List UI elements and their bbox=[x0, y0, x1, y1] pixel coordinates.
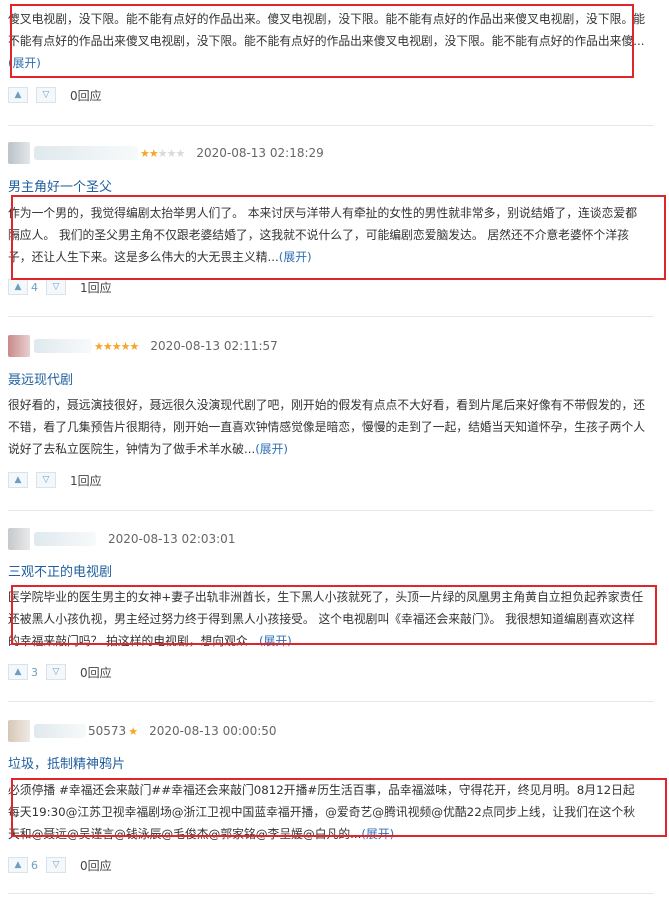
downvote-button[interactable]: ▽ bbox=[46, 279, 66, 295]
upvote-button[interactable]: ▲ bbox=[8, 87, 28, 103]
review-date: 2020-08-13 02:18:29 bbox=[196, 146, 324, 160]
upvote-button[interactable]: ▲ bbox=[8, 857, 28, 873]
reply-count-link[interactable]: 1回应 bbox=[80, 279, 112, 296]
rating-stars: ★ bbox=[128, 724, 138, 738]
upvote-count: 3 bbox=[31, 665, 38, 679]
upvote-button[interactable]: ▲ bbox=[8, 472, 28, 488]
avatar[interactable] bbox=[8, 720, 30, 742]
avatar[interactable] bbox=[8, 528, 30, 550]
expand-link[interactable]: (展开) bbox=[255, 442, 288, 456]
expand-link[interactable]: (展开) bbox=[361, 827, 394, 841]
username-blurred[interactable] bbox=[34, 146, 138, 160]
divider bbox=[8, 316, 654, 317]
review-title[interactable]: 三观不正的电视剧 bbox=[8, 561, 112, 580]
review-body: 很好看的，聂远演技很好，聂远很久没演现代剧了吧，刚开始的假发有点点不大好看，看到… bbox=[8, 398, 646, 456]
review-body: 作为一个男的，我觉得编剧太抬举男人们了。 本来讨厌与洋带人有牵扯的女性的男性就非… bbox=[8, 206, 637, 264]
review-header: 2020-08-13 02:03:01 bbox=[8, 528, 236, 550]
arrow-up-icon: ▲ bbox=[14, 860, 22, 870]
downvote-button[interactable]: ▽ bbox=[46, 664, 66, 680]
review-header: ★★★★★ 2020-08-13 02:11:57 bbox=[8, 335, 278, 357]
reply-count-link[interactable]: 0回应 bbox=[80, 664, 112, 681]
expand-link[interactable]: (展开) bbox=[8, 56, 41, 70]
reply-count-link[interactable]: 1回应 bbox=[70, 472, 102, 489]
upvote-count: 4 bbox=[31, 280, 38, 294]
avatar[interactable] bbox=[8, 335, 30, 357]
vote-bar: ▲ ▽ 0回应 bbox=[8, 85, 102, 105]
downvote-button[interactable]: ▽ bbox=[46, 857, 66, 873]
username-blurred[interactable] bbox=[34, 339, 92, 353]
review-body: 必须停播 #幸福还会来敲门##幸福还会来敲门0812开播#历生活百事，品幸福滋味… bbox=[8, 783, 636, 841]
vote-bar: ▲ 3 ▽ 0回应 bbox=[8, 662, 112, 682]
review-header: 50573 ★ 2020-08-13 00:00:50 bbox=[8, 720, 277, 742]
review-title[interactable]: 男主角好一个圣父 bbox=[8, 176, 112, 195]
vote-bar: ▲ 4 ▽ 1回应 bbox=[8, 277, 112, 297]
avatar[interactable] bbox=[8, 142, 30, 164]
upvote-count: 6 bbox=[31, 858, 38, 872]
divider bbox=[8, 701, 654, 702]
upvote-button[interactable]: ▲ bbox=[8, 279, 28, 295]
upvote-button[interactable]: ▲ bbox=[8, 664, 28, 680]
expand-link[interactable]: (展开) bbox=[259, 634, 292, 648]
vote-bar: ▲ ▽ 1回应 bbox=[8, 470, 102, 490]
downvote-button[interactable]: ▽ bbox=[36, 472, 56, 488]
review-body: 傻叉电视剧，没下限。能不能有点好的作品出来。傻叉电视剧，没下限。能不能有点好的作… bbox=[8, 12, 646, 70]
divider bbox=[8, 510, 654, 511]
username-blurred[interactable] bbox=[34, 724, 86, 738]
username[interactable]: 50573 bbox=[88, 724, 126, 738]
divider bbox=[8, 893, 654, 894]
rating-stars: ★★★★★ bbox=[94, 339, 139, 353]
review-title[interactable]: 垃圾，抵制精神鸦片 bbox=[8, 753, 125, 772]
arrow-up-icon: ▲ bbox=[14, 282, 22, 292]
rating-stars: ★★★★★ bbox=[140, 146, 185, 160]
username-blurred[interactable] bbox=[34, 532, 96, 546]
vote-bar: ▲ 6 ▽ 0回应 bbox=[8, 855, 112, 875]
review-date: 2020-08-13 02:11:57 bbox=[150, 339, 278, 353]
divider bbox=[8, 125, 654, 126]
arrow-down-icon: ▽ bbox=[42, 90, 50, 100]
arrow-down-icon: ▽ bbox=[52, 282, 60, 292]
arrow-up-icon: ▲ bbox=[14, 90, 22, 100]
arrow-down-icon: ▽ bbox=[42, 475, 50, 485]
reply-count-link[interactable]: 0回应 bbox=[80, 857, 112, 874]
reply-count-link[interactable]: 0回应 bbox=[70, 87, 102, 104]
review-header: ★★★★★ 2020-08-13 02:18:29 bbox=[8, 142, 324, 164]
arrow-down-icon: ▽ bbox=[52, 860, 60, 870]
downvote-button[interactable]: ▽ bbox=[36, 87, 56, 103]
expand-link[interactable]: (展开) bbox=[279, 250, 312, 264]
review-title[interactable]: 聂远现代剧 bbox=[8, 369, 73, 388]
arrow-up-icon: ▲ bbox=[14, 667, 22, 677]
arrow-down-icon: ▽ bbox=[52, 667, 60, 677]
arrow-up-icon: ▲ bbox=[14, 475, 22, 485]
review-date: 2020-08-13 00:00:50 bbox=[149, 724, 277, 738]
review-body: 医学院毕业的医生男主的女神+妻子出轨非洲酋长，生下黑人小孩就死了，头顶一片绿的凤… bbox=[8, 590, 644, 648]
review-date: 2020-08-13 02:03:01 bbox=[108, 532, 236, 546]
